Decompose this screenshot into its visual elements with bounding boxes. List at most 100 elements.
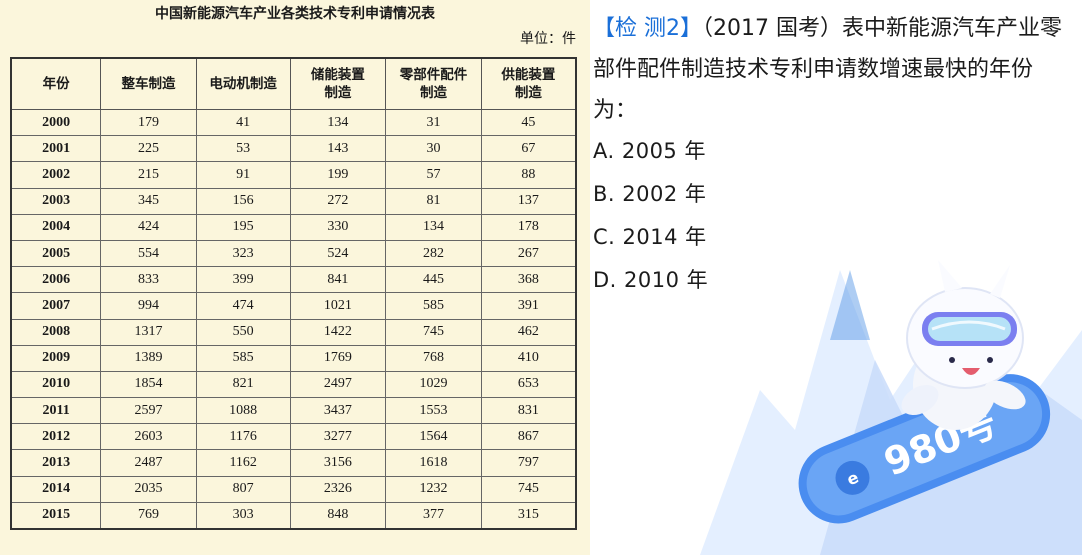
value-cell: 474 bbox=[195, 292, 291, 320]
value-cell: 2597 bbox=[100, 397, 197, 425]
question-block: 【检 测2】（2017 国考）表中新能源汽车产业零部件配件制造技术专利申请数增速… bbox=[593, 8, 1075, 131]
value-cell: 143 bbox=[289, 135, 387, 163]
value-cell: 156 bbox=[195, 187, 291, 215]
table-row: 2007 994 474 1021 585 391 bbox=[10, 292, 577, 320]
value-cell: 821 bbox=[195, 370, 291, 399]
value-cell: 215 bbox=[100, 161, 197, 189]
value-cell: 323 bbox=[195, 239, 291, 268]
header-motor: 电动机制造 bbox=[195, 57, 291, 110]
table-body: 2000 179 41 134 31 45 2001 225 53 143 30 67 2002 215 9… bbox=[10, 108, 577, 530]
value-cell: 179 bbox=[100, 108, 197, 137]
value-cell: 769 bbox=[100, 501, 197, 530]
table-row: 2004 424 195 330 134 178 bbox=[10, 213, 577, 241]
value-cell: 30 bbox=[385, 135, 482, 163]
header-supply: 供能装置 制造 bbox=[480, 57, 577, 110]
year-cell: 2000 bbox=[10, 108, 102, 137]
value-cell: 2487 bbox=[100, 449, 197, 477]
value-cell: 1422 bbox=[289, 318, 387, 346]
option-d[interactable]: D. 2010 年 bbox=[593, 261, 708, 304]
value-cell: 410 bbox=[480, 344, 577, 372]
value-cell: 848 bbox=[289, 501, 387, 530]
value-cell: 1176 bbox=[195, 423, 291, 451]
year-cell: 2003 bbox=[10, 187, 102, 215]
header-parts: 零部件配件 制造 bbox=[385, 57, 482, 110]
value-cell: 399 bbox=[195, 266, 291, 294]
value-cell: 550 bbox=[195, 318, 291, 346]
value-cell: 445 bbox=[385, 266, 482, 294]
patent-table: 年份 整车制造 电动机制造 储能装置 制造 零部件配件 制造 供能装置 制造 2000… bbox=[10, 57, 577, 530]
value-cell: 391 bbox=[480, 292, 577, 320]
table-row: 2012 2603 1176 3277 1564 867 bbox=[10, 423, 577, 451]
year-cell: 2001 bbox=[10, 135, 102, 163]
value-cell: 45 bbox=[480, 108, 577, 137]
value-cell: 424 bbox=[100, 213, 197, 241]
option-c[interactable]: C. 2014 年 bbox=[593, 218, 708, 261]
table-row: 2011 2597 1088 3437 1553 831 bbox=[10, 397, 577, 425]
value-cell: 345 bbox=[100, 187, 197, 215]
year-cell: 2006 bbox=[10, 266, 102, 294]
year-cell: 2015 bbox=[10, 501, 102, 530]
value-cell: 1162 bbox=[195, 449, 291, 477]
header-year: 年份 bbox=[10, 57, 102, 110]
table-row: 2005 554 323 524 282 267 bbox=[10, 239, 577, 268]
value-cell: 2326 bbox=[289, 475, 387, 503]
table-row: 2006 833 399 841 445 368 bbox=[10, 266, 577, 294]
value-cell: 585 bbox=[195, 344, 291, 372]
year-cell: 2014 bbox=[10, 475, 102, 503]
value-cell: 807 bbox=[195, 475, 291, 503]
value-cell: 3277 bbox=[289, 423, 387, 451]
value-cell: 134 bbox=[385, 213, 482, 241]
value-cell: 282 bbox=[385, 239, 482, 268]
value-cell: 768 bbox=[385, 344, 482, 372]
value-cell: 2603 bbox=[100, 423, 197, 451]
value-cell: 368 bbox=[480, 266, 577, 294]
table-row: 2013 2487 1162 3156 1618 797 bbox=[10, 449, 577, 477]
value-cell: 303 bbox=[195, 501, 291, 530]
value-cell: 1317 bbox=[100, 318, 197, 346]
table-row: 2003 345 156 272 81 137 bbox=[10, 187, 577, 215]
value-cell: 41 bbox=[195, 108, 291, 137]
year-cell: 2011 bbox=[10, 397, 102, 425]
value-cell: 57 bbox=[385, 161, 482, 189]
table-unit: 单位：件 bbox=[520, 31, 576, 47]
table-row: 2001 225 53 143 30 67 bbox=[10, 135, 577, 163]
option-b[interactable]: B. 2002 年 bbox=[593, 175, 708, 218]
value-cell: 134 bbox=[289, 108, 387, 137]
value-cell: 53 bbox=[195, 135, 291, 163]
value-cell: 1618 bbox=[385, 449, 482, 477]
value-cell: 178 bbox=[480, 213, 577, 241]
year-cell: 2012 bbox=[10, 423, 102, 451]
header-vehicle: 整车制造 bbox=[100, 57, 197, 110]
year-cell: 2010 bbox=[10, 370, 102, 399]
value-cell: 31 bbox=[385, 108, 482, 137]
value-cell: 745 bbox=[385, 318, 482, 346]
snowboard-mascot-illustration: e 980号 bbox=[700, 260, 1082, 555]
value-cell: 195 bbox=[195, 213, 291, 241]
value-cell: 3156 bbox=[289, 449, 387, 477]
value-cell: 994 bbox=[100, 292, 197, 320]
value-cell: 1564 bbox=[385, 423, 482, 451]
option-a[interactable]: A. 2005 年 bbox=[593, 132, 708, 175]
value-cell: 524 bbox=[289, 239, 387, 268]
value-cell: 272 bbox=[289, 187, 387, 215]
value-cell: 841 bbox=[289, 266, 387, 294]
year-cell: 2004 bbox=[10, 213, 102, 241]
value-cell: 81 bbox=[385, 187, 482, 215]
table-row: 2009 1389 585 1769 768 410 bbox=[10, 344, 577, 372]
value-cell: 745 bbox=[480, 475, 577, 503]
table-row: 2010 1854 821 2497 1029 653 bbox=[10, 370, 577, 399]
value-cell: 225 bbox=[100, 135, 197, 163]
table-row: 2000 179 41 134 31 45 bbox=[10, 108, 577, 137]
value-cell: 2497 bbox=[289, 370, 387, 399]
value-cell: 462 bbox=[480, 318, 577, 346]
value-cell: 1088 bbox=[195, 397, 291, 425]
value-cell: 137 bbox=[480, 187, 577, 215]
value-cell: 1029 bbox=[385, 370, 482, 399]
value-cell: 1389 bbox=[100, 344, 197, 372]
value-cell: 797 bbox=[480, 449, 577, 477]
table-row: 2015 769 303 848 377 315 bbox=[10, 501, 577, 530]
year-cell: 2009 bbox=[10, 344, 102, 372]
table-row: 2014 2035 807 2326 1232 745 bbox=[10, 475, 577, 503]
value-cell: 330 bbox=[289, 213, 387, 241]
value-cell: 554 bbox=[100, 239, 197, 268]
